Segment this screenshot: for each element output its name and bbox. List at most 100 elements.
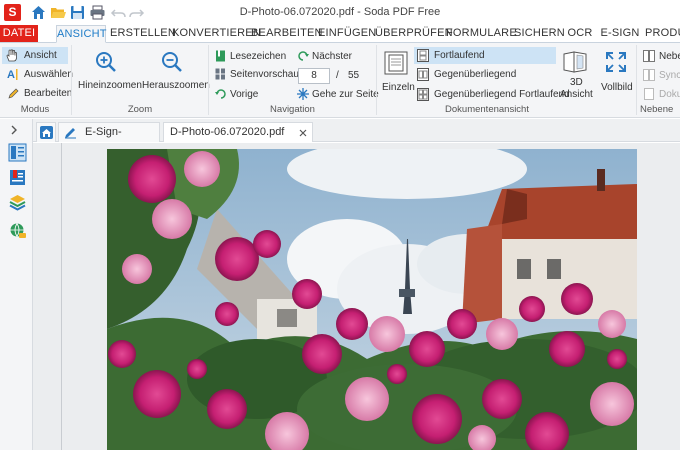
synchron-label: Synch bbox=[659, 70, 680, 81]
zoom-in-icon bbox=[96, 52, 116, 72]
ribbon-separator bbox=[208, 45, 209, 115]
naechster-label: Nächster bbox=[312, 51, 353, 62]
group-label-navigation: Navigation bbox=[270, 104, 315, 115]
fullscreen-icon bbox=[606, 52, 626, 72]
ansicht-mode-label: Ansicht bbox=[24, 50, 57, 61]
layers-panel-icon[interactable] bbox=[9, 194, 26, 211]
page-separator: / bbox=[336, 70, 339, 81]
photo-roses-rooftops bbox=[107, 149, 637, 450]
zoom-in-label: Hineinzoomen bbox=[78, 80, 142, 91]
3d-book-icon bbox=[563, 51, 587, 73]
vollbild-label: Vollbild bbox=[601, 82, 633, 93]
seitenvorschau-button[interactable]: Seitenvorschau bbox=[212, 67, 299, 82]
tab-erstellen[interactable]: ERSTELLEN bbox=[110, 25, 176, 43]
chevron-right-icon[interactable] bbox=[9, 125, 19, 135]
ribbon-separator bbox=[636, 45, 637, 115]
vorige-button[interactable]: Vorige bbox=[212, 87, 292, 102]
tab-konvertieren[interactable]: KONVERTIEREN bbox=[172, 25, 261, 43]
gegenueberliegend-button[interactable]: Gegenüberliegend bbox=[414, 66, 556, 83]
3d-label-line1: 3D bbox=[570, 77, 583, 88]
pdf-page[interactable] bbox=[107, 149, 637, 450]
vorige-label: Vorige bbox=[230, 89, 259, 100]
tab-ansicht[interactable]: ANSICHT bbox=[56, 25, 106, 43]
bookmarks-panel-icon[interactable] bbox=[9, 169, 26, 186]
3d-label-line2: Ansicht bbox=[560, 89, 593, 100]
tab-ocr[interactable]: OCR bbox=[566, 25, 594, 43]
gehe-zur-seite-button[interactable]: Gehe zur Seite bbox=[295, 87, 379, 102]
dokument-label: Doku bbox=[659, 89, 680, 100]
gegenueberliegend-fortlaufend-button[interactable]: Gegenüberliegend Fortlaufend bbox=[414, 86, 570, 103]
nebeneinander-button[interactable]: Nebe bbox=[640, 49, 680, 64]
next-icon bbox=[298, 51, 309, 61]
bearbeiten-mode-label: Bearbeiten bbox=[24, 88, 73, 99]
title-bar: S D-Photo-06.072020.pdf - Soda PDF Free bbox=[0, 0, 680, 25]
ribbon: Ansicht A Auswählen Bearbeiten Modus Hin… bbox=[0, 42, 680, 118]
ansicht-mode-button[interactable]: Ansicht bbox=[2, 47, 68, 64]
thumbnails-icon bbox=[215, 68, 225, 80]
previous-icon bbox=[215, 89, 226, 99]
bearbeiten-mode-button[interactable]: Bearbeiten bbox=[2, 85, 72, 102]
globe-link-icon[interactable] bbox=[9, 222, 27, 240]
seitenvorschau-label: Seitenvorschau bbox=[230, 69, 299, 80]
ribbon-separator bbox=[376, 45, 377, 115]
document-tab-label: D-Photo-06.072020.pdf bbox=[170, 126, 285, 138]
side-by-side-icon bbox=[643, 50, 655, 62]
lesezeichen-button[interactable]: Lesezeichen bbox=[212, 49, 292, 64]
left-panel bbox=[0, 119, 33, 450]
tab-home[interactable] bbox=[36, 122, 56, 142]
tab-datei[interactable]: DATEI bbox=[0, 25, 38, 43]
tab-esign-manager[interactable]: E-Sign-Manager bbox=[58, 122, 160, 157]
tab-formulare[interactable]: FORMULARE bbox=[446, 25, 517, 43]
vollbild-button[interactable]: Vollbild bbox=[598, 47, 634, 95]
document-tab-strip: E-Sign-Manager D-Photo-06.072020.pdf bbox=[33, 119, 680, 157]
tab-ueberpruefen[interactable]: ÜBERPRÜFEN bbox=[375, 25, 453, 43]
svg-text:A: A bbox=[7, 69, 15, 81]
zoom-in-button[interactable]: Hineinzoomen bbox=[76, 47, 142, 95]
group-label-modus: Modus bbox=[20, 104, 50, 115]
page-total: 55 bbox=[348, 70, 360, 81]
bookmark-icon bbox=[216, 50, 225, 62]
page-number-input[interactable]: 8 bbox=[298, 68, 330, 84]
single-page-icon bbox=[384, 51, 408, 75]
lesezeichen-label: Lesezeichen bbox=[230, 51, 287, 62]
tab-produ[interactable]: PRODU bbox=[645, 25, 680, 43]
auswaehlen-button[interactable]: A Auswählen bbox=[2, 66, 73, 83]
text-select-icon: A bbox=[7, 69, 18, 81]
zoom-out-button[interactable]: Herauszoomen bbox=[140, 47, 210, 95]
tab-einfuegen[interactable]: EINFÜGEN bbox=[318, 25, 376, 43]
dokument-button[interactable]: Doku bbox=[640, 87, 680, 102]
home-tab-icon bbox=[40, 126, 53, 139]
ribbon-separator bbox=[71, 45, 72, 115]
naechster-button[interactable]: Nächster bbox=[295, 49, 375, 64]
thumbnails-panel-icon[interactable] bbox=[8, 143, 27, 162]
tab-bearbeiten[interactable]: BEARBEITEN bbox=[251, 25, 322, 43]
tab-document[interactable]: D-Photo-06.072020.pdf bbox=[163, 122, 313, 142]
synchron-button[interactable]: Synch bbox=[640, 68, 680, 83]
fortlaufend-label: Fortlaufend bbox=[434, 50, 485, 61]
zoom-out-icon bbox=[162, 52, 182, 72]
facing-continuous-icon bbox=[417, 88, 429, 101]
tab-esign[interactable]: E-SIGN bbox=[600, 25, 640, 43]
hand-icon bbox=[6, 49, 17, 62]
3d-ansicht-button[interactable]: 3D Ansicht bbox=[558, 47, 593, 100]
document-canvas[interactable] bbox=[33, 143, 680, 450]
gegenueberliegend-label: Gegenüberliegend bbox=[434, 69, 517, 80]
einzeln-label: Einzeln bbox=[382, 82, 415, 93]
continuous-icon bbox=[417, 49, 429, 62]
facing-pages-icon bbox=[417, 68, 429, 81]
fortlaufend-button[interactable]: Fortlaufend bbox=[414, 47, 556, 64]
gehe-zur-seite-label: Gehe zur Seite bbox=[312, 89, 379, 100]
edit-pencil-icon bbox=[8, 88, 19, 99]
sync-icon bbox=[643, 69, 655, 81]
group-label-nebeneinander: Nebene bbox=[640, 104, 674, 115]
tab-sichern[interactable]: SICHERN bbox=[514, 25, 565, 43]
group-label-zoom: Zoom bbox=[127, 104, 153, 115]
page-guide-line bbox=[61, 143, 62, 450]
menu-bar: DATEI ANSICHT ERSTELLEN KONVERTIEREN BEA… bbox=[0, 25, 680, 43]
nebeneinander-label: Nebe bbox=[659, 51, 680, 62]
einzeln-button[interactable]: Einzeln bbox=[379, 47, 415, 95]
close-tab-icon[interactable] bbox=[299, 129, 307, 137]
auswaehlen-label: Auswählen bbox=[24, 69, 73, 80]
document-icon bbox=[644, 88, 654, 100]
group-label-dokumentenansicht: Dokumentenansicht bbox=[445, 104, 529, 115]
